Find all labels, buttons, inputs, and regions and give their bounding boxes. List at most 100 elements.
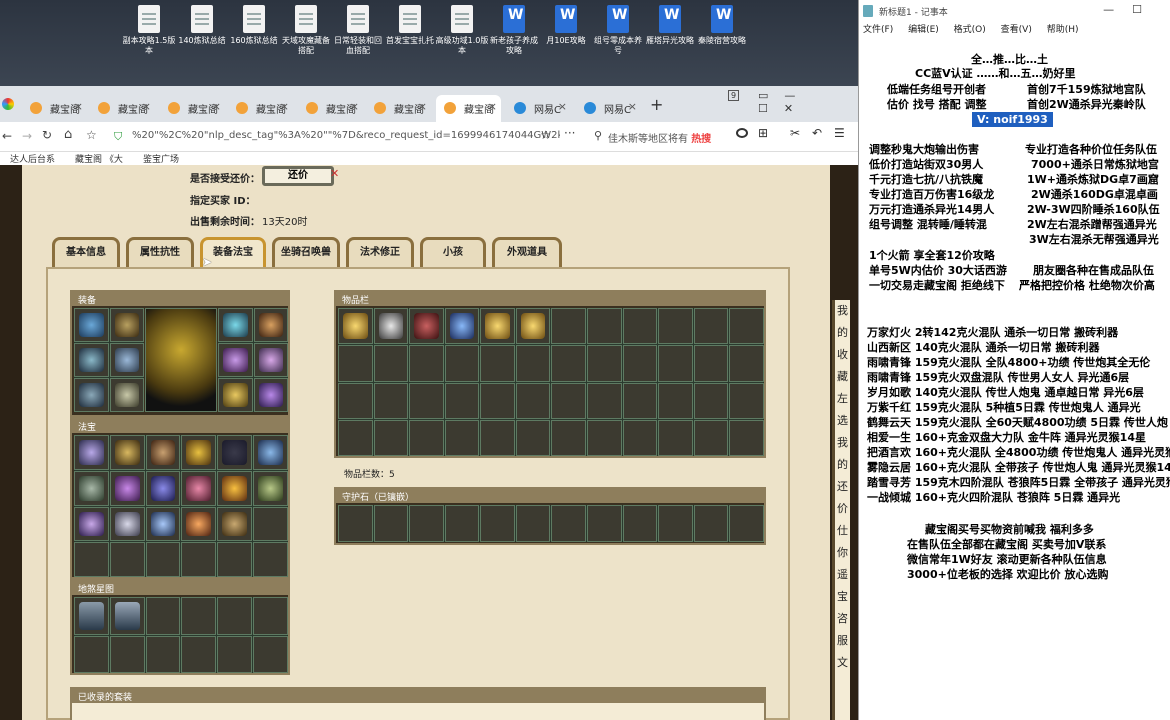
- fabao-slot[interactable]: [181, 542, 217, 577]
- counter-offer-button[interactable]: 还价: [262, 166, 334, 186]
- desktop-file-icon[interactable]: 雁塔异光攻略: [643, 5, 697, 46]
- inventory-slot[interactable]: [373, 308, 409, 345]
- reload-icon[interactable]: ↻: [42, 128, 52, 142]
- side-strip-char[interactable]: 你: [835, 542, 850, 564]
- fabao-slot[interactable]: [74, 542, 109, 577]
- close-icon[interactable]: ×: [74, 100, 83, 113]
- inventory-slot[interactable]: [658, 308, 693, 345]
- inventory-slot[interactable]: [409, 419, 444, 456]
- star-map-slot[interactable]: [217, 597, 253, 635]
- inventory-slot[interactable]: [551, 345, 587, 382]
- inventory-slot[interactable]: [658, 345, 693, 382]
- inventory-slot[interactable]: [444, 382, 480, 419]
- side-strip-char[interactable]: 还: [835, 476, 850, 498]
- browser-tab[interactable]: 藏宝阁 ×: [298, 95, 363, 122]
- browser-tab[interactable]: 藏宝阁 ×: [366, 95, 431, 122]
- inventory-slot[interactable]: [622, 382, 658, 419]
- inventory-slot[interactable]: [622, 308, 658, 345]
- inventory-slot[interactable]: [729, 419, 764, 456]
- desktop-file-icon[interactable]: 首发宝宝扎托: [383, 5, 437, 46]
- close-icon[interactable]: ×: [350, 100, 359, 113]
- side-strip-char[interactable]: 我: [835, 300, 850, 322]
- fabao-slot[interactable]: [109, 435, 145, 470]
- inventory-slot[interactable]: [622, 419, 658, 456]
- desktop-file-icon[interactable]: 组号零成本养号: [591, 5, 645, 56]
- star-map-slot[interactable]: [217, 635, 253, 673]
- home-icon[interactable]: ⌂: [64, 127, 72, 142]
- url-input[interactable]: ⛉ %20"%2C%20"nlp_desc_tag"%3A%20""%7D&rec…: [112, 127, 560, 147]
- inventory-slot[interactable]: [658, 382, 693, 419]
- inventory-slot[interactable]: [587, 419, 622, 456]
- side-strip-char[interactable]: 仕: [835, 520, 850, 542]
- back-icon[interactable]: ←: [2, 129, 12, 143]
- inventory-slot[interactable]: [373, 345, 409, 382]
- inventory-slot[interactable]: [551, 419, 587, 456]
- inventory-slot[interactable]: [373, 382, 409, 419]
- fabao-slot[interactable]: [253, 435, 288, 470]
- side-strip-char[interactable]: 收: [835, 344, 850, 366]
- fabao-slot[interactable]: [253, 542, 288, 577]
- inventory-slot[interactable]: [338, 345, 373, 382]
- fabao-slot[interactable]: [217, 542, 253, 577]
- equipment-slot[interactable]: [218, 378, 253, 412]
- window-controls[interactable]: —☐: [1103, 3, 1160, 16]
- star-map-slot[interactable]: [109, 635, 145, 673]
- fabao-slot[interactable]: [74, 435, 109, 470]
- equipment-slot[interactable]: [109, 308, 144, 342]
- menu-view[interactable]: 查看(V): [1001, 25, 1032, 35]
- side-strip-char[interactable]: 的: [835, 454, 850, 476]
- inventory-slot[interactable]: [622, 345, 658, 382]
- star-map-slot[interactable]: [109, 597, 145, 635]
- close-icon[interactable]: ×: [142, 100, 151, 113]
- side-strip-char[interactable]: 宝: [835, 586, 850, 608]
- bookmark-star-icon[interactable]: ☆: [86, 128, 97, 142]
- close-icon[interactable]: ×: [418, 100, 427, 113]
- inventory-slot[interactable]: [729, 308, 764, 345]
- menu-icon[interactable]: ☰: [834, 126, 845, 140]
- fabao-slot[interactable]: [217, 470, 253, 506]
- tab-count-badge[interactable]: 9: [728, 90, 740, 101]
- desktop-file-icon[interactable]: 月10E攻略: [539, 5, 593, 46]
- equipment-slot[interactable]: [74, 343, 109, 377]
- star-map-slot[interactable]: [74, 597, 109, 635]
- close-icon[interactable]: ×: [212, 100, 221, 113]
- fabao-slot[interactable]: [145, 542, 181, 577]
- inventory-slot[interactable]: [515, 345, 551, 382]
- inventory-slot[interactable]: [693, 419, 729, 456]
- fabao-slot[interactable]: [109, 506, 145, 542]
- side-strip-char[interactable]: 藏: [835, 366, 850, 388]
- tab-basic-info[interactable]: 基本信息: [52, 237, 120, 267]
- inventory-slot[interactable]: [729, 345, 764, 382]
- inventory-slot[interactable]: [480, 382, 515, 419]
- equipment-slot[interactable]: [218, 343, 253, 377]
- guardian-slot[interactable]: [658, 505, 693, 542]
- inventory-slot[interactable]: [409, 345, 444, 382]
- search-input[interactable]: ⚲ 佳木斯等地区将有 热搜: [590, 127, 728, 147]
- fabao-slot[interactable]: [253, 506, 288, 542]
- side-strip-char[interactable]: 服: [835, 630, 850, 652]
- scissors-icon[interactable]: ✂: [790, 126, 800, 140]
- tab-mount-summons[interactable]: 坐骑召唤兽: [272, 237, 340, 267]
- tab-attributes[interactable]: 属性抗性: [126, 237, 194, 267]
- extension-icon[interactable]: [736, 128, 748, 138]
- inventory-slot[interactable]: [373, 419, 409, 456]
- inventory-slot[interactable]: [587, 345, 622, 382]
- bookmark-item[interactable]: 藏宝阁 《大: [75, 152, 123, 165]
- equipment-slot[interactable]: [253, 308, 288, 342]
- side-strip-char[interactable]: 咨: [835, 608, 850, 630]
- notepad-text-area[interactable]: 全…推…比…土 CC蓝V认证 ……和…五…奶好里 低端任务组号开创者 首创7千1…: [859, 50, 1170, 720]
- fabao-slot[interactable]: [109, 542, 145, 577]
- inventory-slot[interactable]: [338, 382, 373, 419]
- browser-tab[interactable]: 藏宝阁 ×: [90, 95, 155, 122]
- equipment-slot[interactable]: [218, 308, 253, 342]
- browser-logo-icon[interactable]: [2, 98, 14, 110]
- inventory-slot[interactable]: [480, 308, 515, 345]
- guardian-slot[interactable]: [551, 505, 587, 542]
- guardian-slot[interactable]: [729, 505, 764, 542]
- inventory-slot[interactable]: [409, 382, 444, 419]
- desktop-file-icon[interactable]: 日常轻装和回血搭配: [331, 5, 385, 56]
- side-strip-char[interactable]: 左: [835, 388, 850, 410]
- inventory-slot[interactable]: [444, 308, 480, 345]
- browser-tab[interactable]: 藏宝阁 ×: [160, 95, 225, 122]
- inventory-slot[interactable]: [693, 382, 729, 419]
